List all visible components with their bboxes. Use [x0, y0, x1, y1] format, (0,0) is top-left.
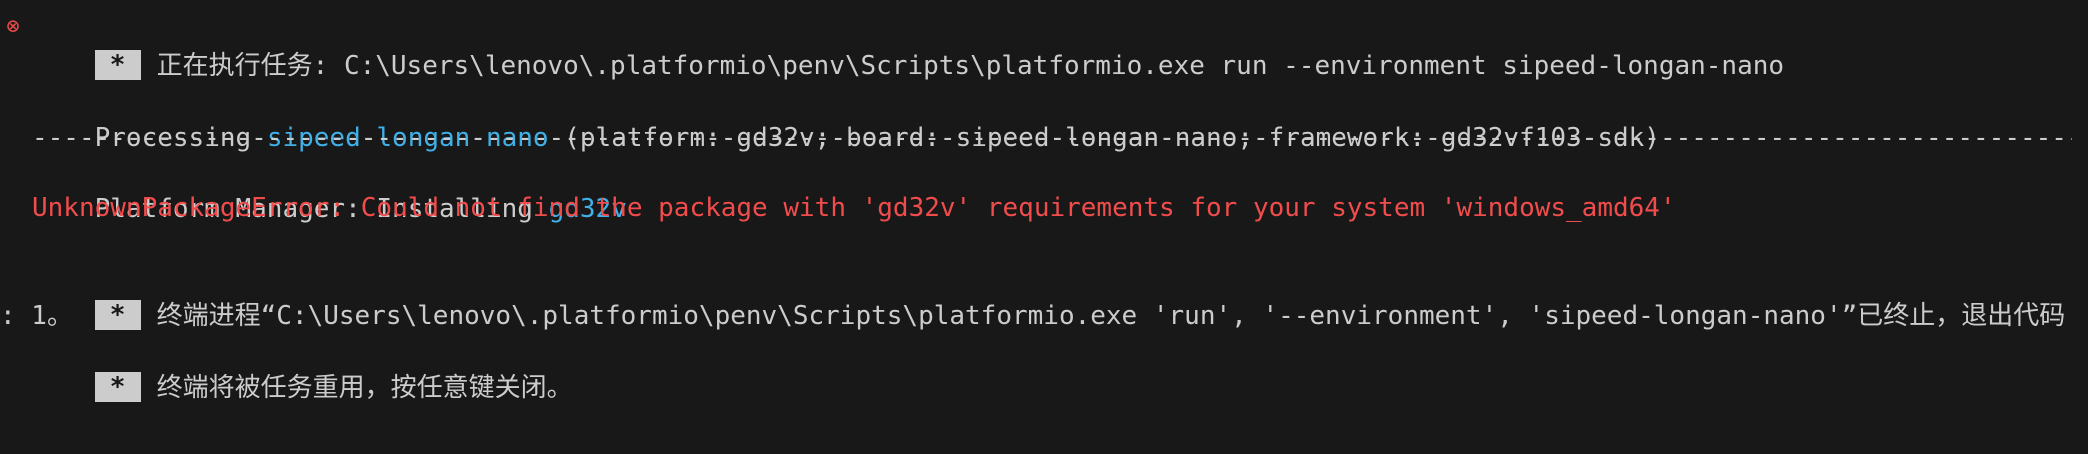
terminal-panel[interactable]: ⊗ * 正在执行任务: C:\Users\lenovo\.platformio\p…	[0, 0, 2088, 454]
task-line: * 正在执行任务: C:\Users\lenovo\.platformio\pen…	[32, 12, 1784, 81]
separator-line: ----------------------------------------…	[32, 123, 2072, 153]
terminated-badge: *	[94, 299, 141, 330]
processing-line: Processing sipeed-longan-nano (platform:…	[32, 84, 1660, 153]
reuse-line: * 终端将被任务重用，按任意键关闭。	[32, 334, 573, 403]
task-label: 正在执行任务:	[156, 51, 344, 81]
reuse-badge: *	[94, 371, 141, 402]
platform-manager-line: Platform Manager: Installing gd32v	[32, 155, 627, 224]
task-command: C:\Users\lenovo\.platformio\penv\Scripts…	[343, 51, 1785, 81]
reuse-text: 终端将被任务重用，按任意键关闭。	[156, 373, 573, 403]
exit-code-line: : 1。	[0, 301, 73, 331]
error-line: UnknownPackageError: Could not find the …	[32, 193, 1676, 223]
terminated-line: * 终端进程“C:\Users\lenovo\.platformio\penv\S…	[32, 262, 2065, 331]
error-circle-icon[interactable]: ⊗	[3, 16, 23, 38]
terminated-text: 终端进程“C:\Users\lenovo\.platformio\penv\Sc…	[156, 301, 2066, 331]
task-badge: *	[94, 49, 141, 80]
